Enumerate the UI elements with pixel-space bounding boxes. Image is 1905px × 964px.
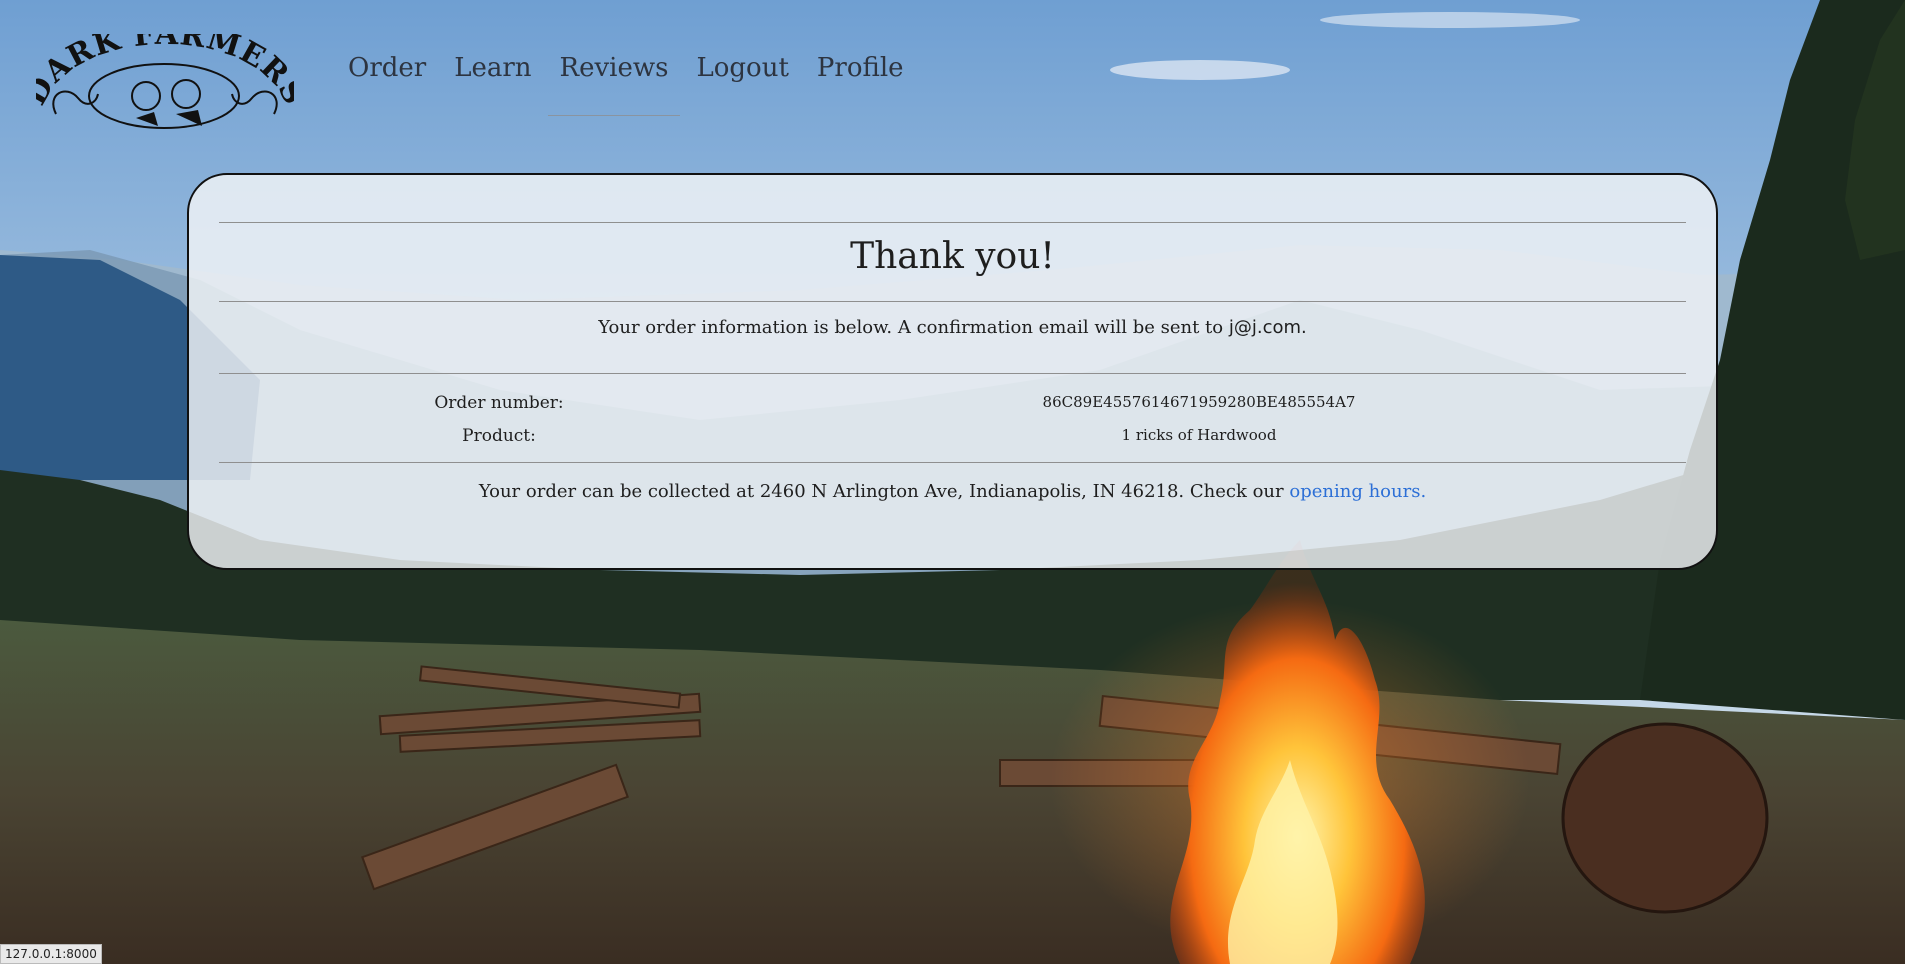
order-number-row: Order number: 86C89E4557614671959280BE48…	[189, 393, 1716, 417]
browser-status-url: 127.0.0.1:8000	[0, 944, 102, 964]
divider	[219, 462, 1686, 463]
product-row: Product: 1 ricks of Hardwood	[189, 426, 1716, 450]
nav-logout[interactable]: Logout	[682, 52, 802, 108]
product-value: 1 ricks of Hardwood	[1121, 426, 1277, 444]
collection-text: Your order can be collected at 2460 N Ar…	[189, 481, 1716, 502]
dark-farmers-logo[interactable]: DARK FARMERS	[36, 34, 294, 134]
nav-profile[interactable]: Profile	[803, 52, 918, 108]
product-label: Product:	[462, 426, 536, 446]
divider	[219, 301, 1686, 302]
nav-reviews[interactable]: Reviews	[546, 52, 683, 116]
nav-learn[interactable]: Learn	[440, 52, 545, 108]
order-number-label: Order number:	[434, 393, 564, 413]
collect-prefix: Your order can be collected at 2460 N Ar…	[478, 481, 1284, 502]
thank-you-heading: Thank you!	[850, 236, 1055, 277]
order-info-text: Your order information is below. A confi…	[189, 317, 1716, 338]
order-confirmation-card: Thank you! Your order information is bel…	[187, 173, 1718, 570]
svg-text:DARK FARMERS: DARK FARMERS	[36, 34, 294, 111]
divider	[219, 373, 1686, 374]
info-prefix: Your order information is below. A confi…	[598, 317, 1224, 338]
main-nav: Order Learn Reviews Logout Profile	[334, 52, 918, 116]
confirmation-email: j@j.com.	[1228, 317, 1307, 338]
opening-hours-link[interactable]: opening hours.	[1289, 481, 1426, 502]
nav-order[interactable]: Order	[334, 52, 440, 108]
divider	[219, 222, 1686, 223]
order-number-value: 86C89E4557614671959280BE485554A7	[1042, 393, 1356, 411]
